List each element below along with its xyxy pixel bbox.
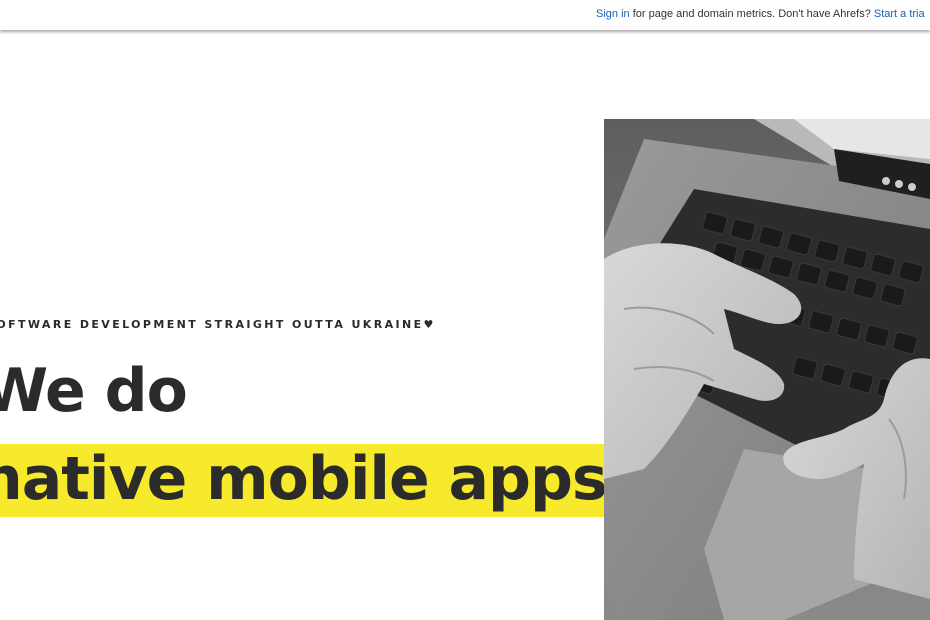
hero-headline-line1: We do — [0, 356, 188, 426]
ahrefs-toolbar: Sign in for page and domain metrics. Don… — [0, 0, 930, 30]
hero-laptop-image — [604, 119, 930, 620]
sign-in-link[interactable]: Sign in — [596, 8, 630, 20]
hero-tagline: SOFTWARE DEVELOPMENT STRAIGHT OUTTA UKRA… — [0, 318, 436, 331]
laptop-typing-photo-icon — [604, 119, 930, 620]
ahrefs-toolbar-message: Sign in for page and domain metrics. Don… — [596, 8, 925, 20]
start-trial-link[interactable]: Start a tria — [874, 8, 925, 20]
hero-headline-line2: native mobile apps — [0, 444, 608, 514]
toolbar-message-text: for page and domain metrics. Don't have … — [629, 8, 874, 20]
